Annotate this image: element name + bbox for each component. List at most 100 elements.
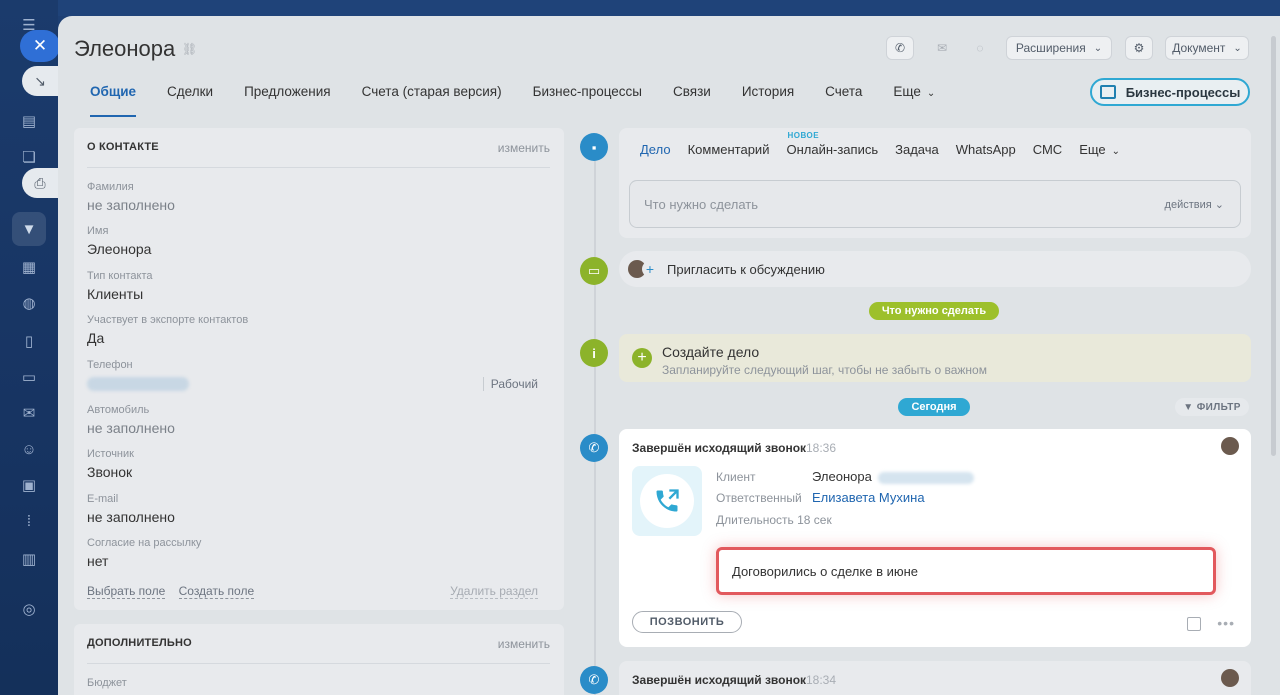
document-dropdown[interactable]: Документ ⌄ (1165, 36, 1249, 60)
field-firstname[interactable]: Имя Элеонора (87, 225, 151, 257)
tab-history[interactable]: История (742, 80, 794, 110)
field-budget[interactable]: Бюджет (87, 677, 127, 689)
editor-tab-whatsapp[interactable]: WhatsApp (956, 142, 1016, 157)
extensions-dropdown[interactable]: Расширения ⌄ (1006, 36, 1112, 60)
copy-link-icon[interactable]: ⛓ (182, 42, 197, 56)
tab-more[interactable]: Еще ⌄ (893, 80, 935, 110)
create-activity-prompt[interactable]: + Создайте дело Запланируйте следующий ш… (619, 334, 1251, 382)
todo-section-pill: Что нужно сделать (869, 302, 999, 320)
call-title: Завершён исходящий звонок (632, 441, 807, 455)
divider (87, 167, 550, 168)
gear-icon: ⚙ (1133, 41, 1145, 55)
settings-icon[interactable]: ◎ (18, 598, 40, 620)
call-activity-card: Завершён исходящий звонок 18:34 (619, 661, 1251, 695)
contacts-icon[interactable]: ☺ (18, 438, 40, 460)
calendar-icon[interactable]: ▦ (18, 256, 40, 278)
robot-icon[interactable]: ◍ (18, 292, 40, 314)
client-name: Элеонора (812, 469, 872, 484)
editor-tab-task[interactable]: Задача (895, 142, 939, 157)
select-field-link[interactable]: Выбрать поле (87, 584, 166, 599)
field-phone[interactable]: Телефон (87, 359, 189, 396)
field-source[interactable]: Источник Звонок (87, 448, 134, 480)
tab-more-label: Еще (893, 84, 921, 99)
invite-to-discussion[interactable]: + Пригласить к обсуждению (619, 251, 1251, 287)
tab-invoices-old[interactable]: Счета (старая версия) (362, 80, 502, 110)
create-field-link[interactable]: Создать поле (178, 584, 255, 599)
editor-tab-booking-label: Онлайн-запись (786, 142, 879, 157)
todo-placeholder: Что нужно сделать (644, 197, 758, 212)
edit-link[interactable]: изменить (498, 141, 550, 155)
about-contact-card: О КОНТАКТЕ изменить Фамилия не заполнено… (74, 128, 564, 610)
plus-icon: + (642, 261, 658, 277)
apps-icon[interactable]: ⁞ (18, 510, 40, 532)
field-value: нет (87, 553, 109, 569)
grid-icon[interactable]: ▥ (18, 548, 40, 570)
timeline-line (594, 146, 596, 695)
call-again-button[interactable]: ПОЗВОНИТЬ (632, 611, 742, 633)
settings-button[interactable]: ⚙ (1125, 36, 1153, 60)
editor-tab-booking[interactable]: НОВОЕ Онлайн-запись (786, 131, 879, 157)
avatar[interactable] (1221, 437, 1239, 455)
message-button[interactable]: ◌ (966, 36, 994, 60)
todo-input[interactable]: Что нужно сделать действия ⌄ (629, 180, 1241, 228)
field-lastname[interactable]: Фамилия не заполнено (87, 181, 175, 213)
field-label: Автомобиль (87, 404, 150, 416)
phone-icon: ✆ (894, 41, 906, 55)
chevron-down-icon: ⌄ (1214, 199, 1224, 211)
field-label: Участвует в экспорте контактов (87, 314, 249, 326)
field-email[interactable]: E-mail не заполнено (87, 493, 175, 525)
print-tab-button[interactable]: ⎙ (22, 168, 58, 198)
card-field-links: Выбрать поле Создать поле (87, 584, 264, 599)
tab-general[interactable]: Общие (90, 80, 137, 117)
tab-deals[interactable]: Сделки (167, 80, 213, 110)
field-label: Бюджет (87, 677, 127, 689)
editor-tab-more[interactable]: Еще ⌄ (1079, 142, 1120, 157)
tab-relations[interactable]: Связи (673, 80, 711, 110)
filter-icon: ▼ (1183, 401, 1194, 413)
field-label: Согласие на рассылку (87, 537, 202, 549)
feed-icon[interactable]: ▤ (18, 110, 40, 132)
business-processes-button[interactable]: Бизнес-процессы (1090, 78, 1250, 106)
report-icon[interactable]: ▣ (18, 474, 40, 496)
business-processes-label: Бизнес-процессы (1125, 84, 1241, 100)
phone-value-blurred[interactable] (87, 377, 189, 391)
actions-dropdown[interactable]: действия ⌄ (1165, 198, 1224, 211)
tab-invoices[interactable]: Счета (825, 80, 862, 110)
call-title: Завершён исходящий звонок (632, 673, 807, 687)
minimize-tab-button[interactable]: ↘ (22, 66, 58, 96)
chevron-down-icon: ⌄ (926, 88, 936, 99)
chat-bubble-icon: ◌ (976, 41, 984, 55)
editor-tab-activity[interactable]: Дело (640, 142, 671, 157)
edit-link[interactable]: изменить (498, 637, 550, 651)
chat-icon[interactable]: ❏ (18, 146, 40, 168)
call-activity-card: Завершён исходящий звонок 18:36 Клиент Э… (619, 429, 1251, 647)
crm-filter-icon[interactable]: ▼ (18, 218, 40, 240)
field-value: не заполнено (87, 509, 175, 525)
editor-tab-sms[interactable]: СМС (1033, 142, 1062, 157)
editor-tab-comment[interactable]: Комментарий (688, 142, 770, 157)
mail-icon[interactable]: ✉ (18, 402, 40, 424)
scrollbar[interactable] (1271, 36, 1276, 456)
note-icon[interactable] (1187, 617, 1201, 631)
tab-quotes[interactable]: Предложения (244, 80, 331, 110)
avatar[interactable] (1221, 669, 1239, 687)
field-value: Звонок (87, 464, 133, 480)
call-button[interactable]: ✆ (886, 36, 914, 60)
additional-card: ДОПОЛНИТЕЛЬНО изменить Бюджет (74, 624, 564, 695)
field-export[interactable]: Участвует в экспорте контактов Да (87, 314, 248, 346)
responsible-link[interactable]: Елизавета Мухина (812, 490, 925, 505)
field-car[interactable]: Автомобиль не заполнено (87, 404, 175, 436)
close-slider-button[interactable]: ✕ (20, 30, 60, 62)
field-contact-type[interactable]: Тип контакта Клиенты (87, 270, 153, 302)
filter-button[interactable]: ▼ ФИЛЬТР (1175, 398, 1249, 416)
call-comment-highlighted[interactable]: Договорились о сделке в июне (716, 547, 1216, 595)
card-icon[interactable]: ▭ (18, 366, 40, 388)
todo-subtitle: Запланируйте следующий шаг, чтобы не заб… (662, 363, 987, 377)
more-icon[interactable]: ••• (1217, 615, 1235, 631)
field-consent[interactable]: Согласие на рассылку нет (87, 537, 201, 569)
email-button[interactable]: ✉ (928, 36, 956, 60)
document-icon[interactable]: ▯ (18, 330, 40, 352)
client-value[interactable]: Элеонора (812, 469, 974, 484)
delete-section-link[interactable]: Удалить раздел (450, 584, 538, 599)
tab-business-processes[interactable]: Бизнес-процессы (533, 80, 642, 110)
